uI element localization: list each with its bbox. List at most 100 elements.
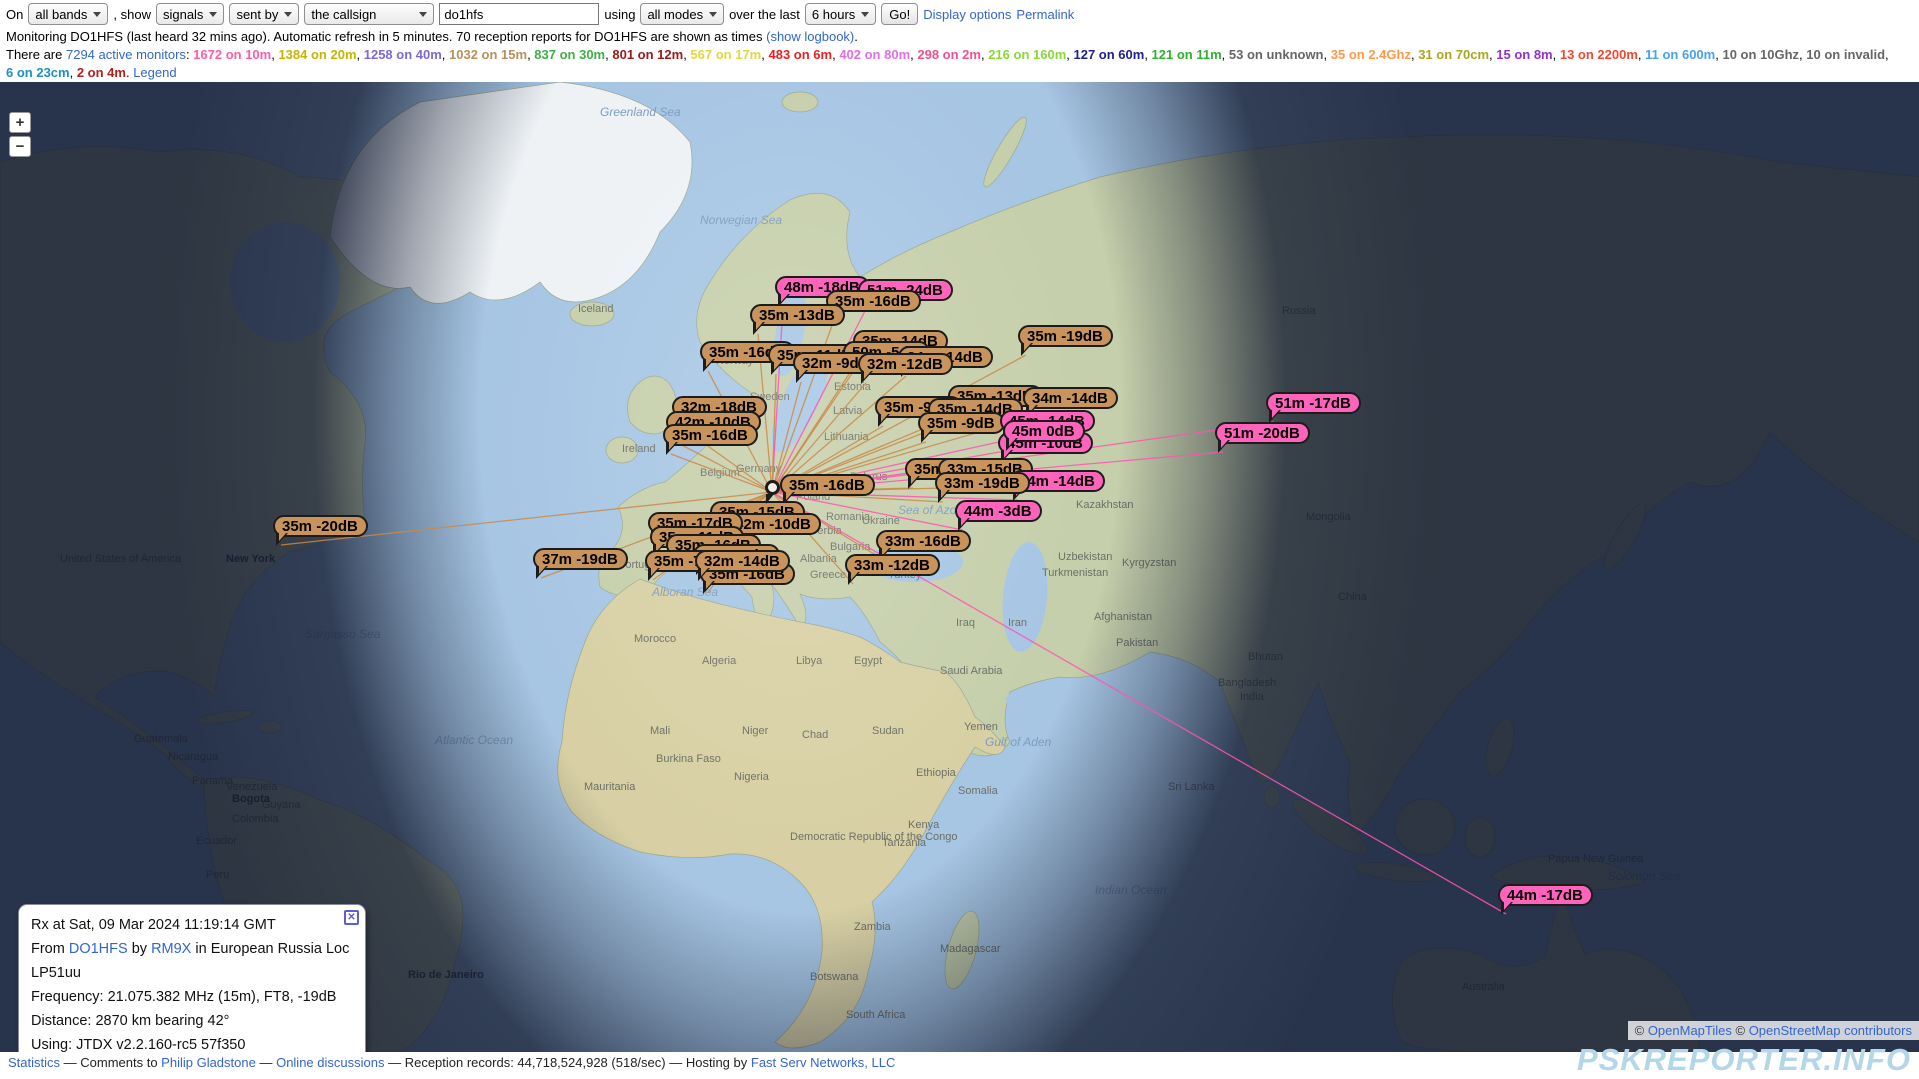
entity-select[interactable]: the callsign: [304, 3, 434, 25]
chevron-down-icon: [209, 12, 217, 17]
monitor-count: 1672 on 10m: [193, 47, 271, 62]
monitor-count: 1384 on 20m: [278, 47, 356, 62]
tx-callsign-link[interactable]: DO1HFS: [69, 941, 128, 957]
hosting-label: Hosting by: [686, 1055, 751, 1070]
bands-select[interactable]: all bands: [28, 3, 108, 25]
zoom-out-button[interactable]: −: [9, 136, 31, 157]
reception-report-popup: ✕ Rx at Sat, 09 Mar 2024 11:19:14 GMT Fr…: [18, 904, 366, 1052]
chevron-down-icon: [861, 12, 869, 17]
reception-balloon[interactable]: 45m 0dB: [1003, 420, 1085, 442]
separator: —: [666, 1055, 686, 1070]
reception-balloon[interactable]: 35m -19dB: [1018, 325, 1113, 347]
active-monitors-line: There are 7294 active monitors: 1672 on …: [6, 46, 1889, 64]
online-discussions-link[interactable]: Online discussions: [276, 1055, 384, 1070]
reception-balloon[interactable]: 37m -19dB: [533, 548, 628, 570]
reception-balloon[interactable]: 32m -12dB: [858, 353, 953, 375]
permalink-link[interactable]: Permalink: [1016, 7, 1074, 22]
chevron-down-icon: [284, 12, 292, 17]
close-icon[interactable]: ✕: [344, 910, 359, 925]
zoom-control: + −: [9, 112, 31, 160]
period-select[interactable]: 6 hours: [805, 3, 876, 25]
what-select-value: signals: [163, 7, 203, 22]
status-bar: Statistics — Comments to Philip Gladston…: [0, 1052, 1919, 1079]
zoom-in-button[interactable]: +: [9, 112, 31, 133]
openmaptiles-link[interactable]: OpenMapTiles: [1648, 1023, 1732, 1038]
reception-balloon[interactable]: 33m -12dB: [845, 554, 940, 576]
monitor-count: 837 on 30m: [534, 47, 605, 62]
separator: —: [384, 1055, 404, 1070]
monitor-count: 402 on 80m: [839, 47, 910, 62]
map-canvas[interactable]: Greenland SeaNorwegian SeaSargasso SeaAt…: [0, 82, 1919, 1052]
active-monitors-link[interactable]: 7294 active monitors: [66, 47, 186, 62]
monitor-count: 6 on 23cm: [6, 65, 70, 80]
reception-balloon[interactable]: 35m -20dB: [273, 515, 368, 537]
callsign-input[interactable]: [439, 3, 599, 25]
popup-rx-time: Rx at Sat, 09 Mar 2024 11:19:14 GMT: [31, 913, 355, 937]
reception-balloon[interactable]: 51m -17dB: [1266, 392, 1361, 414]
what-select[interactable]: signals: [156, 3, 224, 25]
monitor-count: 35 on 2.4Ghz: [1331, 47, 1411, 62]
hosting-link[interactable]: Fast Serv Networks, LLC: [751, 1055, 896, 1070]
monitor-count: 801 on 12m: [612, 47, 683, 62]
reception-balloon[interactable]: 44m -3dB: [955, 500, 1042, 522]
separator: —: [60, 1055, 80, 1070]
direction-select-value: sent by: [236, 7, 278, 22]
show-label: , show: [113, 7, 151, 22]
monitor-count: 31 on 70cm: [1418, 47, 1489, 62]
comments-label: Comments to: [80, 1055, 161, 1070]
statistics-link[interactable]: Statistics: [8, 1055, 60, 1070]
monitor-count: 483 on 6m: [768, 47, 832, 62]
reception-balloon[interactable]: 32m -14dB: [695, 550, 790, 572]
reception-balloon[interactable]: 51m -20dB: [1215, 422, 1310, 444]
legend-link[interactable]: Legend: [133, 65, 176, 80]
direction-select[interactable]: sent by: [229, 3, 299, 25]
monitor-count: 11 on 600m: [1645, 47, 1715, 62]
popup-by: by: [128, 941, 151, 957]
entity-select-value: the callsign: [311, 7, 376, 22]
period-select-value: 6 hours: [812, 7, 855, 22]
reception-balloon[interactable]: 34m -14dB: [1023, 387, 1118, 409]
go-button[interactable]: Go!: [881, 3, 918, 25]
monitoring-status: Monitoring DO1HFS (last heard 32 mins ag…: [6, 28, 858, 46]
reception-balloon[interactable]: 35m -16dB: [663, 424, 758, 446]
reception-balloon[interactable]: 35m -16dB: [780, 474, 875, 496]
reception-balloon[interactable]: 35m -9dB: [918, 412, 1005, 434]
monitor-count: 216 on 160m: [988, 47, 1066, 62]
reception-balloon[interactable]: 33m -19dB: [935, 472, 1030, 494]
monitor-count: 567 on 17m: [690, 47, 761, 62]
rx-callsign-link[interactable]: RM9X: [151, 941, 191, 957]
reception-balloon[interactable]: 35m -13dB: [750, 304, 845, 326]
monitoring-text-end: .: [854, 29, 858, 44]
reception-balloon[interactable]: 44m -17dB: [1498, 884, 1593, 906]
popup-frequency: Frequency: 21.075.382 MHz (15m), FT8, -1…: [31, 985, 355, 1009]
popup-software: Using: JTDX v2.2.160-rc5 57f350: [31, 1033, 355, 1052]
map-attribution: © OpenMapTiles © OpenStreetMap contribut…: [1628, 1021, 1919, 1040]
monitor-count: 121 on 11m: [1152, 47, 1222, 62]
popup-distance: Distance: 2870 km bearing 42°: [31, 1009, 355, 1033]
monitor-count: 2 on 4m: [77, 65, 126, 80]
over-last-label: over the last: [729, 7, 800, 22]
copyright-symbol: ©: [1732, 1023, 1749, 1038]
chevron-down-icon: [419, 12, 427, 17]
reception-balloon[interactable]: 33m -16dB: [876, 530, 971, 552]
show-logbook-link[interactable]: (show logbook): [766, 29, 854, 44]
monitoring-text: Monitoring DO1HFS (last heard 32 mins ag…: [6, 29, 766, 44]
popup-from-pre: From: [31, 941, 69, 957]
monitor-count: 1032 on 15m: [449, 47, 527, 62]
chevron-down-icon: [709, 12, 717, 17]
display-options-link[interactable]: Display options: [923, 7, 1011, 22]
monitor-count: 13 on 2200m: [1560, 47, 1638, 62]
using-label: using: [604, 7, 635, 22]
philip-gladstone-link[interactable]: Philip Gladstone: [161, 1055, 256, 1070]
monitor-count: 53 on unknown: [1229, 47, 1324, 62]
openstreetmap-link[interactable]: OpenStreetMap contributors: [1749, 1023, 1912, 1038]
monitor-count: 298 on 2m: [917, 47, 981, 62]
on-label: On: [6, 7, 23, 22]
transmitter-marker[interactable]: [765, 480, 780, 495]
monitor-count: 10 on invalid: [1806, 47, 1885, 62]
monitor-count: 1258 on 40m: [364, 47, 442, 62]
monitor-count: 15 on 8m: [1496, 47, 1552, 62]
popup-from-line: From DO1HFS by RM9X in European Russia L…: [31, 937, 355, 985]
modes-select[interactable]: all modes: [640, 3, 724, 25]
bands-select-value: all bands: [35, 7, 87, 22]
